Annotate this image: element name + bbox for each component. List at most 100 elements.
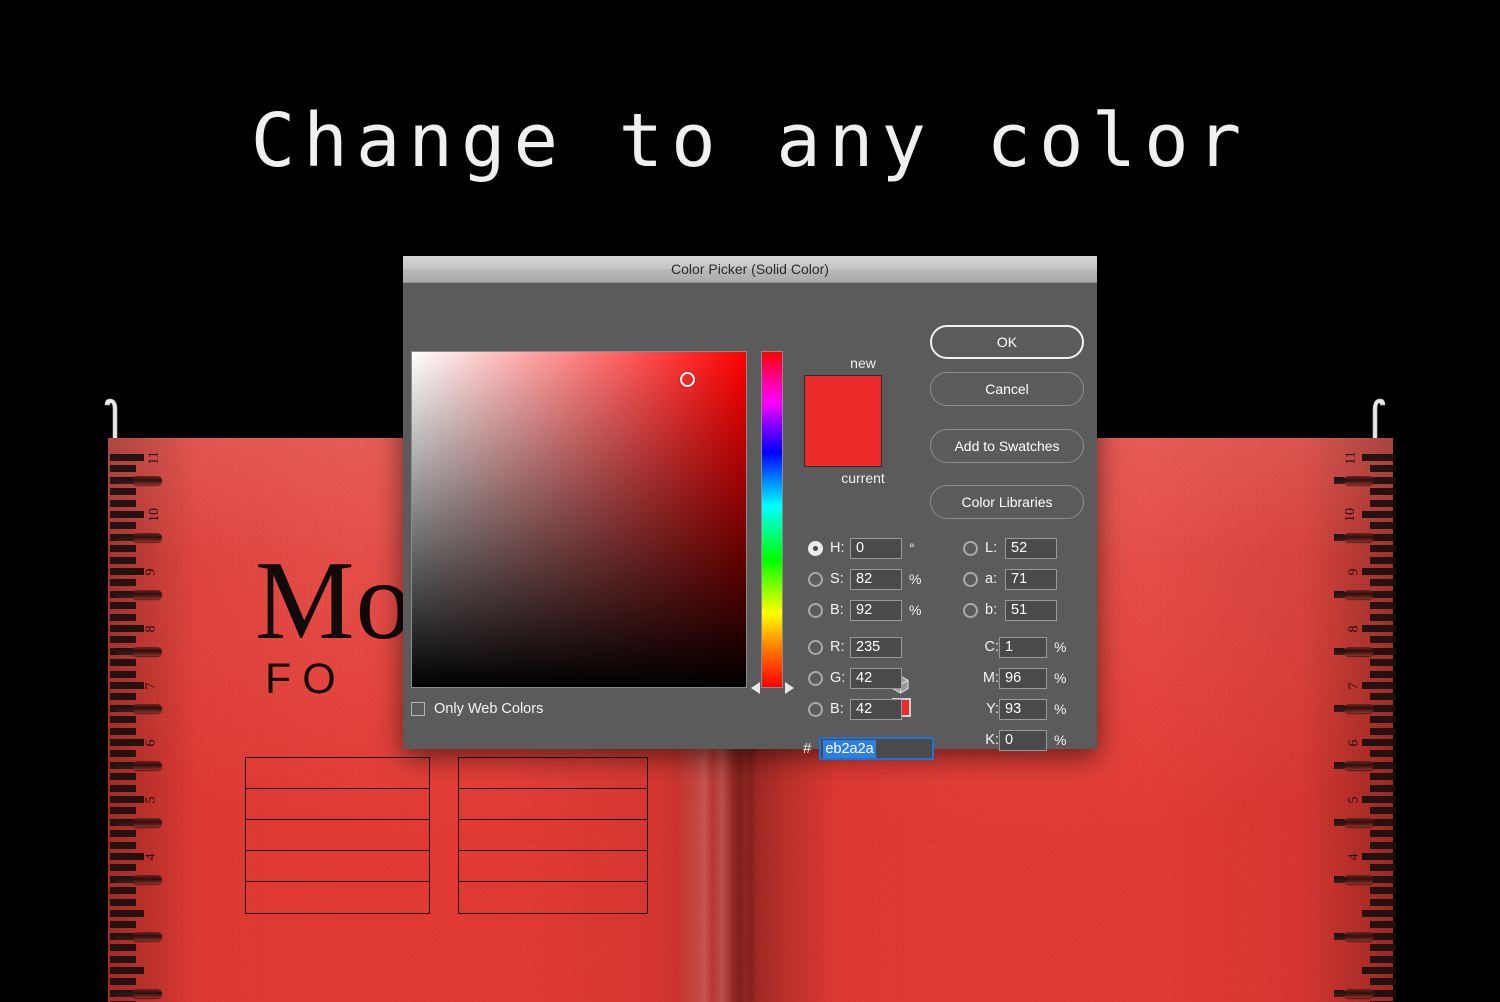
input-a[interactable]: 71 bbox=[1005, 568, 1057, 590]
ruler-number: 8 bbox=[1346, 625, 1362, 633]
ruler-tick bbox=[1370, 944, 1396, 952]
input-b[interactable]: 51 bbox=[1005, 599, 1057, 621]
ruler-tick bbox=[110, 727, 136, 735]
label-b: B: bbox=[830, 602, 844, 618]
ruler-tick bbox=[110, 750, 136, 758]
field-row-a: a: 71 bbox=[963, 568, 1057, 590]
ruler-tick bbox=[1370, 716, 1396, 724]
ok-button[interactable]: OK bbox=[930, 325, 1084, 359]
input-h[interactable]: 0 bbox=[850, 537, 902, 559]
ruler-tick bbox=[110, 841, 136, 849]
ruler-tick bbox=[110, 921, 136, 929]
ruler-tick bbox=[110, 522, 136, 530]
input-b[interactable]: 42 bbox=[850, 698, 902, 720]
spiral-binder-ring bbox=[1334, 703, 1374, 713]
hex-input[interactable]: eb2a2a bbox=[819, 737, 935, 760]
ruler-tick bbox=[110, 739, 144, 746]
spiral-binder-ring bbox=[1334, 931, 1374, 941]
only-web-colors-row[interactable]: Only Web Colors bbox=[411, 701, 543, 717]
ruler-tick bbox=[1362, 853, 1396, 860]
label-a: a: bbox=[985, 571, 998, 587]
radio-l[interactable] bbox=[963, 540, 978, 556]
spiral-binder-ring bbox=[116, 817, 162, 827]
label-b: b: bbox=[985, 602, 998, 618]
saturation-brightness-field[interactable] bbox=[411, 351, 747, 688]
ruler-tick bbox=[1370, 978, 1396, 986]
input-l[interactable]: 52 bbox=[1005, 537, 1057, 559]
label-s: S: bbox=[830, 571, 844, 587]
input-y[interactable]: 93 bbox=[999, 698, 1047, 720]
radio-r[interactable] bbox=[808, 639, 823, 655]
ruler-tick bbox=[110, 568, 144, 575]
ruler-tick bbox=[1362, 625, 1396, 632]
ruler-tick bbox=[110, 955, 136, 963]
hue-slider[interactable] bbox=[761, 351, 783, 688]
ruler-tick bbox=[1370, 727, 1396, 735]
ruler-tick bbox=[1362, 568, 1396, 575]
radio-s[interactable] bbox=[808, 571, 823, 587]
ruler-tick bbox=[1362, 796, 1396, 803]
input-r[interactable]: 235 bbox=[850, 636, 902, 658]
add-to-swatches-button[interactable]: Add to Swatches bbox=[930, 429, 1084, 463]
radio-h[interactable] bbox=[808, 540, 823, 556]
ruler-tick bbox=[110, 807, 136, 815]
only-web-colors-label: Only Web Colors bbox=[434, 701, 544, 717]
label-y: Y: bbox=[986, 701, 999, 717]
radio-b[interactable] bbox=[808, 701, 823, 717]
only-web-colors-checkbox[interactable] bbox=[411, 702, 425, 716]
ruler-number: 7 bbox=[1346, 682, 1362, 690]
current-color-swatch[interactable] bbox=[805, 421, 881, 466]
input-c[interactable]: 1 bbox=[999, 636, 1047, 658]
spiral-binder-ring bbox=[1334, 475, 1374, 485]
spiral-binder-ring bbox=[1334, 646, 1374, 656]
ruler-tick bbox=[1370, 750, 1396, 758]
ruler-number: 10 bbox=[1343, 508, 1358, 522]
input-g[interactable]: 42 bbox=[850, 667, 902, 689]
unit-c: % bbox=[1054, 639, 1067, 655]
color-libraries-button[interactable]: Color Libraries bbox=[930, 485, 1084, 519]
hue-slider-handle-right[interactable] bbox=[785, 682, 794, 694]
ruler-tick bbox=[110, 602, 136, 610]
radio-a[interactable] bbox=[963, 571, 978, 587]
ruler-tick bbox=[110, 613, 136, 621]
ruler-tick bbox=[1370, 830, 1396, 838]
label-m: M: bbox=[982, 670, 999, 686]
radio-b[interactable] bbox=[963, 602, 978, 618]
ruler-tick bbox=[110, 978, 136, 986]
spiral-binder-ring bbox=[1334, 874, 1374, 884]
hue-slider-handle-left[interactable] bbox=[751, 682, 760, 694]
dialog-titlebar[interactable]: Color Picker (Solid Color) bbox=[403, 256, 1097, 283]
new-color-label: new bbox=[850, 355, 876, 371]
spiral-binder-ring bbox=[116, 703, 162, 713]
radio-b[interactable] bbox=[808, 602, 823, 618]
new-color-swatch[interactable] bbox=[805, 376, 881, 421]
ruler-tick bbox=[1370, 465, 1396, 473]
cancel-button[interactable]: Cancel bbox=[930, 372, 1084, 406]
color-preview[interactable] bbox=[804, 375, 882, 467]
field-row-b: b: 51 bbox=[963, 599, 1057, 621]
input-s[interactable]: 82 bbox=[850, 568, 902, 590]
input-b[interactable]: 92 bbox=[850, 599, 902, 621]
hex-row[interactable]: # eb2a2a bbox=[803, 737, 935, 760]
ruler-edge-right: 11 10 9 8 7 6 5 4 bbox=[1334, 438, 1396, 1002]
ruler-tick bbox=[110, 784, 136, 792]
ruler-tick bbox=[1362, 910, 1396, 917]
ruler-number: 4 bbox=[1346, 853, 1362, 861]
ruler-tick bbox=[110, 887, 136, 895]
ruler-tick bbox=[110, 944, 136, 952]
label-b: B: bbox=[830, 701, 844, 717]
label-h: H: bbox=[830, 540, 845, 556]
ruler-tick bbox=[110, 682, 144, 689]
ruler-tick bbox=[1370, 602, 1396, 610]
ruler-tick bbox=[1370, 545, 1396, 553]
ruler-tick bbox=[1370, 773, 1396, 781]
ruler-tick bbox=[1370, 841, 1396, 849]
ruler-tick bbox=[110, 773, 136, 781]
radio-g[interactable] bbox=[808, 670, 823, 686]
color-field-marker[interactable] bbox=[680, 372, 695, 387]
input-k[interactable]: 0 bbox=[999, 729, 1047, 751]
ruler-tick bbox=[1370, 579, 1396, 587]
input-m[interactable]: 96 bbox=[999, 667, 1047, 689]
ruler-number: 6 bbox=[143, 739, 159, 747]
spiral-binder-ring bbox=[116, 874, 162, 884]
